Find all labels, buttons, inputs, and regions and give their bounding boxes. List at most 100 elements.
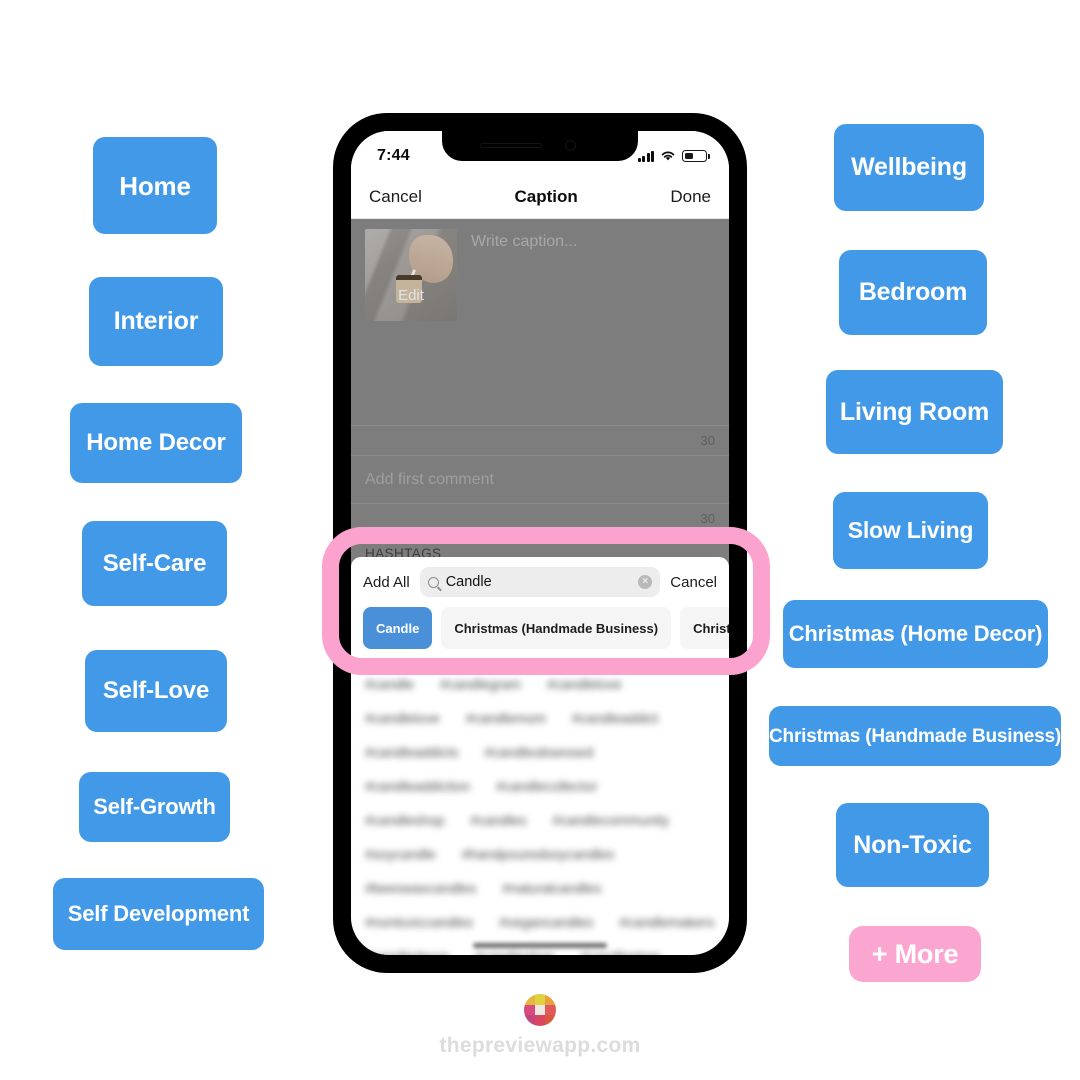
hashtag-result-row: #candleaddiction #candlecollector: [365, 769, 715, 803]
hashtag-result-row: #beeswaxcandles #naturalcandles: [365, 871, 715, 905]
hashtag-result-item[interactable]: #candleaddicts: [365, 744, 458, 760]
logo-tile: [545, 1004, 556, 1016]
hashtag-result-item[interactable]: #candlecollector: [496, 778, 597, 794]
category-pill-self-development[interactable]: Self Development: [53, 878, 264, 950]
hashtag-result-item[interactable]: #soycandle: [365, 846, 436, 862]
hashtag-result-item[interactable]: #candleshop: [475, 948, 554, 955]
hashtag-search-bar: Add All Candle × Cancel: [351, 557, 729, 607]
category-pill-label: Self-Love: [102, 677, 210, 704]
category-pill-label: Self-Growth: [93, 794, 216, 819]
category-pill-label: Bedroom: [858, 278, 968, 306]
hashtag-result-item[interactable]: #beeswaxcandles: [365, 880, 476, 896]
logo-tile: [545, 1015, 556, 1026]
category-pill-label: Home Decor: [86, 429, 226, 456]
logo-tile: [534, 1004, 546, 1016]
category-pill-label: Christmas (Handmade Business): [769, 725, 1061, 747]
comment-counter: 30: [351, 503, 729, 533]
hashtag-group-chips: Candle Christmas (Handmade Business) Chris…: [351, 607, 729, 661]
poster-canvas: Home Interior Home Decor Self-Care Self-Love…: [0, 0, 1080, 1080]
search-cancel-button[interactable]: Cancel: [670, 574, 717, 591]
category-pill-label: Slow Living: [847, 517, 974, 543]
hashtag-result-row: #nontoxiccandles #vegancandles #candlemake…: [365, 905, 715, 939]
clear-icon[interactable]: ×: [638, 575, 653, 589]
category-pill-label: Interior: [113, 307, 199, 335]
hashtag-result-item[interactable]: #candledecor: [365, 948, 449, 955]
hashtag-result-item[interactable]: #candlelove: [365, 710, 440, 726]
hashtag-result-row: #candlelove #candlemom #candleaddict: [365, 701, 715, 735]
hashtag-result-item[interactable]: #naturalcandles: [502, 880, 601, 896]
category-pill-christmas-handmade-business[interactable]: Christmas (Handmade Business): [769, 706, 1061, 766]
category-pill-wellbeing[interactable]: Wellbeing: [834, 124, 984, 211]
hashtag-result-item[interactable]: #candlecommunity: [552, 812, 669, 828]
category-pill-living-room[interactable]: Living Room: [826, 370, 1003, 454]
battery-icon: [682, 150, 710, 162]
footer-branding: thepreviewapp.com: [0, 994, 1080, 1058]
cancel-button[interactable]: Cancel: [369, 187, 422, 207]
hashtag-result-item[interactable]: #nontoxiccandles: [365, 914, 473, 930]
hashtag-result-row: #soycandle #handpouredsoycandles: [365, 837, 715, 871]
search-icon: [427, 576, 439, 588]
category-pill-label: Living Room: [839, 397, 990, 426]
earpiece-speaker: [480, 143, 542, 148]
hashtag-result-item[interactable]: #candlemakers: [619, 914, 714, 930]
hashtag-result-row: #candleaddicts #candleobsessed: [365, 735, 715, 769]
hashtag-result-item[interactable]: #candlegram: [440, 676, 521, 692]
category-pill-label: Self Development: [67, 901, 250, 926]
thumbnail-edit-label[interactable]: Edit: [365, 287, 457, 304]
caption-placeholder[interactable]: Write caption...: [457, 229, 577, 321]
hashtag-result-item[interactable]: #candleshop: [365, 812, 444, 828]
category-pill-more[interactable]: + More: [849, 926, 981, 982]
hashtag-group-chip[interactable]: Christmas (Handmade Business): [441, 607, 672, 649]
category-pill-self-love[interactable]: Self-Love: [85, 650, 227, 732]
logo-tile: [534, 994, 546, 1005]
hashtag-result-item[interactable]: #candlestore: [580, 948, 660, 955]
front-camera-icon: [565, 140, 576, 151]
logo-tile: [524, 994, 535, 1005]
hashtag-search-sheet: Add All Candle × Cancel Candle Christmas …: [351, 557, 729, 955]
logo-tile: [524, 1004, 535, 1016]
caption-row: Edit Write caption...: [351, 219, 729, 321]
category-pill-non-toxic[interactable]: Non-Toxic: [836, 803, 989, 887]
hashtag-result-item[interactable]: #candleaddict: [572, 710, 658, 726]
first-comment-input[interactable]: Add first comment: [351, 455, 729, 503]
preview-app-logo-icon: [524, 994, 556, 1026]
hashtag-result-item[interactable]: #candleaddiction: [365, 778, 470, 794]
wifi-icon: [661, 151, 675, 161]
post-thumbnail[interactable]: Edit: [365, 229, 457, 321]
hashtag-result-item[interactable]: #candle: [365, 676, 414, 692]
logo-tile: [545, 994, 556, 1005]
category-pill-label: Self-Care: [102, 549, 207, 577]
hashtag-result-item[interactable]: #candlelove: [547, 676, 622, 692]
category-pill-christmas-home-decor[interactable]: Christmas (Home Decor): [783, 600, 1048, 668]
hashtag-result-item[interactable]: #handpouredsoycandles: [462, 846, 615, 862]
caption-counter: 30: [351, 425, 729, 455]
brand-url: thepreviewapp.com: [439, 1034, 641, 1057]
hashtag-result-item[interactable]: #candles: [470, 812, 526, 828]
done-button[interactable]: Done: [670, 187, 711, 207]
status-time: 7:44: [377, 147, 410, 164]
caption-navbar: Cancel Caption Done: [351, 175, 729, 219]
cellular-signal-icon: [637, 150, 654, 162]
add-all-button[interactable]: Add All: [363, 574, 410, 591]
category-pill-label: Christmas (Home Decor): [788, 621, 1043, 646]
category-pill-home[interactable]: Home: [93, 137, 217, 234]
hashtag-result-item[interactable]: #candlemom: [466, 710, 546, 726]
hashtag-result-item[interactable]: #vegancandles: [499, 914, 593, 930]
category-pill-self-care[interactable]: Self-Care: [82, 521, 227, 606]
category-pill-self-growth[interactable]: Self-Growth: [79, 772, 230, 842]
hashtag-results-list: #candle #candlegram #candlelove #candlelove…: [351, 661, 729, 955]
category-pill-home-decor[interactable]: Home Decor: [70, 403, 242, 483]
hashtag-group-chip[interactable]: Christmas: [680, 607, 729, 649]
category-pill-bedroom[interactable]: Bedroom: [839, 250, 987, 335]
category-pill-interior[interactable]: Interior: [89, 277, 223, 366]
hashtag-group-chip[interactable]: Candle: [363, 607, 433, 649]
page-title: Caption: [514, 186, 578, 206]
category-pill-label: Wellbeing: [851, 153, 967, 181]
status-icons: [637, 150, 710, 162]
search-input[interactable]: Candle ×: [419, 567, 661, 597]
logo-tile: [534, 1015, 546, 1026]
phone-screen: 7:44 Cancel Caption Done Edit Write capt…: [351, 131, 729, 955]
search-value: Candle: [445, 574, 492, 590]
hashtag-result-item[interactable]: #candleobsessed: [484, 744, 593, 760]
category-pill-slow-living[interactable]: Slow Living: [833, 492, 988, 569]
